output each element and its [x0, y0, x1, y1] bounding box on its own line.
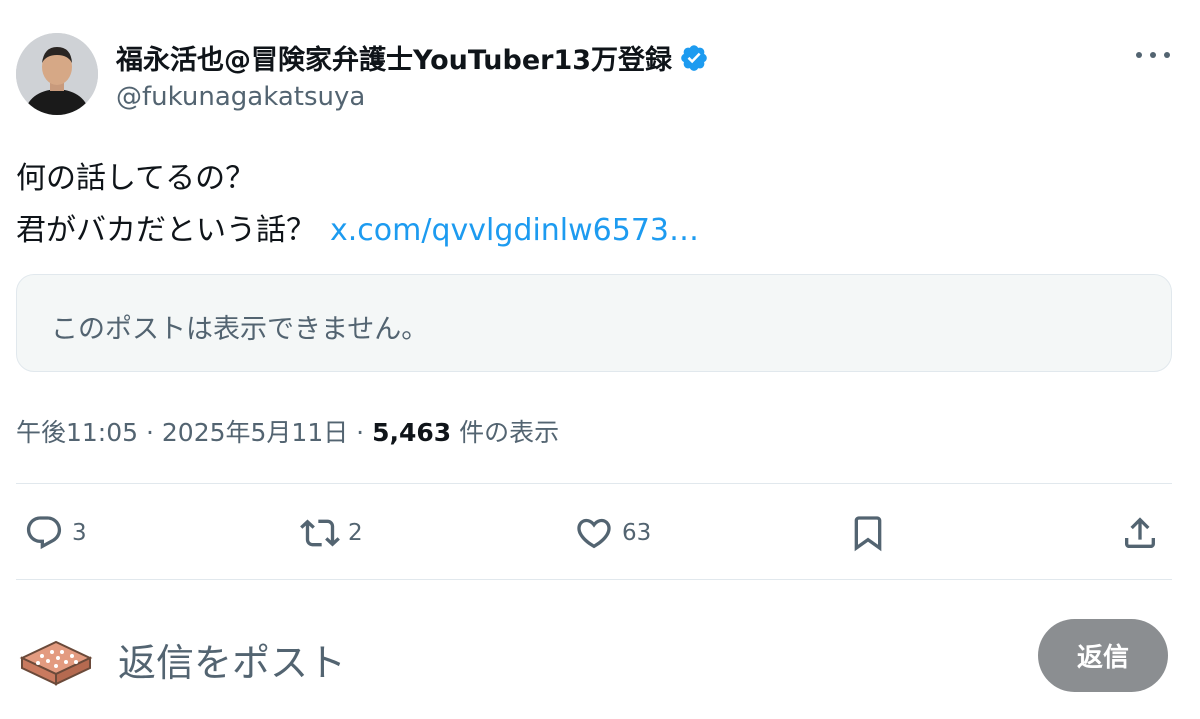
retweet-icon [300, 519, 340, 547]
views-label: 件の表示 [451, 418, 560, 447]
post-text-line-2-text: 君がバカだという話？ [16, 213, 316, 248]
more-icon[interactable] [1136, 52, 1170, 62]
meta-separator: · [138, 418, 162, 447]
author-display-name[interactable]: 福永活也@冒険家弁護士YouTuber13万登録 [116, 38, 709, 77]
bookmark-icon [854, 516, 882, 552]
share-button[interactable] [1120, 513, 1160, 553]
bookmark-button[interactable] [848, 513, 888, 553]
more-dot [1136, 52, 1142, 58]
views-count: 5,463 [372, 418, 452, 447]
reply-button[interactable]: 3 [24, 513, 87, 553]
like-button[interactable]: 63 [574, 513, 651, 553]
post-text-line-2: 君がバカだという話？ x.com/qvvlgdinlw6573… [16, 205, 699, 249]
post-text-line-1: 何の話してるの？ [16, 161, 256, 196]
display-name-text[interactable]: 福永活也@冒険家弁護士YouTuber13万登録 [116, 38, 672, 77]
retweet-count: 2 [348, 520, 363, 546]
share-icon [1125, 517, 1155, 548]
divider [16, 483, 1172, 484]
author-avatar[interactable] [16, 33, 98, 115]
unavailable-quote-card: このポストは表示できません。 [16, 274, 1172, 372]
divider [16, 579, 1172, 580]
retweet-button[interactable]: 2 [300, 513, 363, 553]
post-date[interactable]: 2025年5月11日 [162, 418, 348, 447]
meta-separator: · [348, 418, 373, 447]
more-dot [1150, 52, 1156, 58]
post-metadata: 午後11:05 · 2025年5月11日 · 5,463 件の表示 [16, 413, 559, 449]
user-avatar [18, 630, 94, 688]
heart-icon [577, 518, 611, 549]
post-time[interactable]: 午後11:05 [16, 418, 138, 447]
reply-submit-button[interactable]: 返信 [1038, 619, 1168, 692]
verified-badge-icon [681, 44, 707, 71]
like-count: 63 [622, 520, 652, 546]
reply-icon [26, 516, 62, 550]
post-link[interactable]: x.com/qvvlgdinlw6573… [330, 213, 699, 248]
more-dot [1164, 52, 1170, 58]
author-handle[interactable]: @fukunagakatsuya [116, 82, 365, 112]
unavailable-quote-text: このポストは表示できません。 [51, 314, 429, 345]
reply-input[interactable]: 返信をポスト [118, 632, 998, 685]
reply-count: 3 [72, 520, 87, 546]
